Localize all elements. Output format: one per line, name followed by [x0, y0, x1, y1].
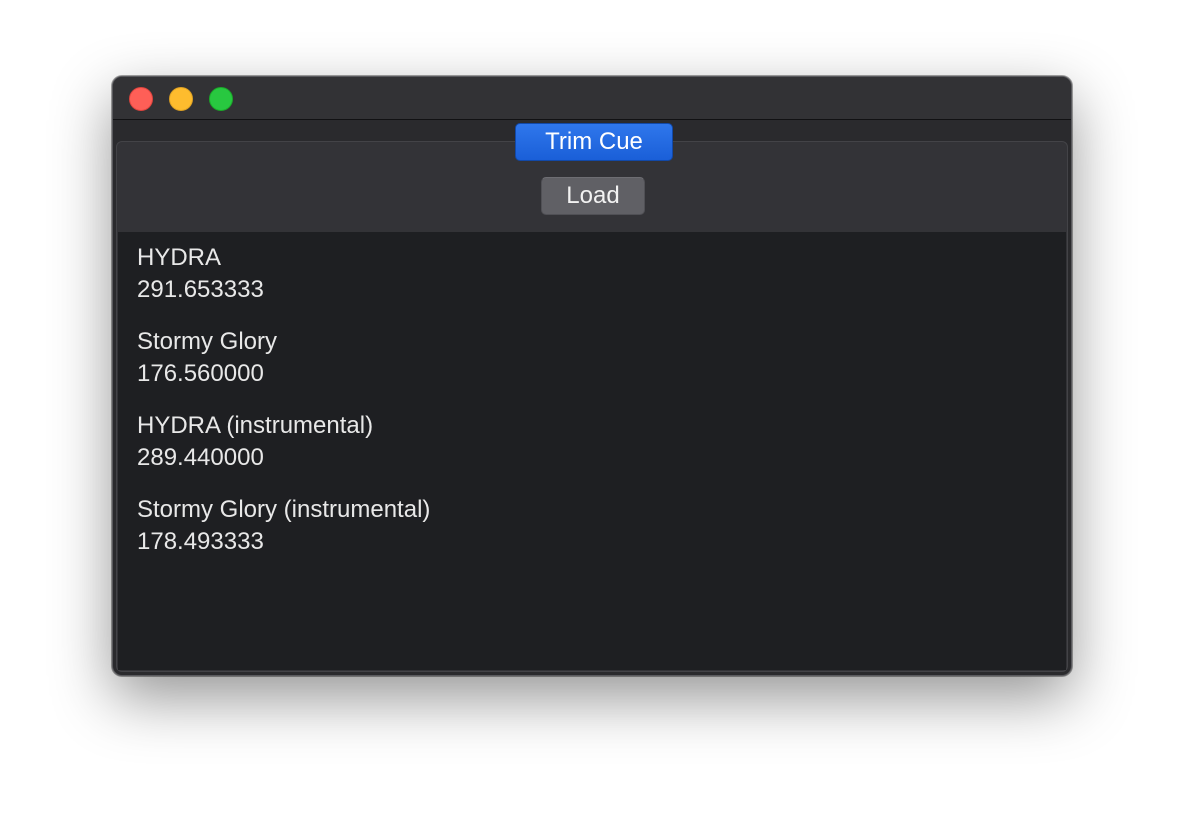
app-window: Trim Cue Load HYDRA 291.653333 Stormy Gl…: [112, 76, 1072, 676]
list-item: HYDRA (instrumental) 289.440000: [137, 410, 1066, 474]
track-duration: 291.653333: [137, 276, 264, 303]
load-button[interactable]: Load: [541, 177, 645, 215]
track-title: Stormy Glory: [137, 328, 278, 355]
track-title: HYDRA: [137, 244, 222, 271]
title-bar[interactable]: [113, 77, 1071, 120]
track-duration: 289.440000: [137, 444, 264, 471]
list-item: Stormy Glory 176.560000: [137, 326, 1066, 390]
track-duration: 178.493333: [137, 528, 264, 555]
track-list: HYDRA 291.653333 Stormy Glory 176.560000…: [118, 232, 1066, 670]
list-item: Stormy Glory (instrumental) 178.493333: [137, 494, 1066, 558]
minimize-button[interactable]: [169, 87, 193, 111]
list-item: HYDRA 291.653333: [137, 242, 1066, 306]
track-title: Stormy Glory (instrumental): [137, 496, 431, 523]
zoom-button[interactable]: [209, 87, 233, 111]
track-title: HYDRA (instrumental): [137, 412, 374, 439]
close-button[interactable]: [129, 87, 153, 111]
tab-trim-cue[interactable]: Trim Cue: [515, 123, 673, 161]
track-duration: 176.560000: [137, 360, 264, 387]
